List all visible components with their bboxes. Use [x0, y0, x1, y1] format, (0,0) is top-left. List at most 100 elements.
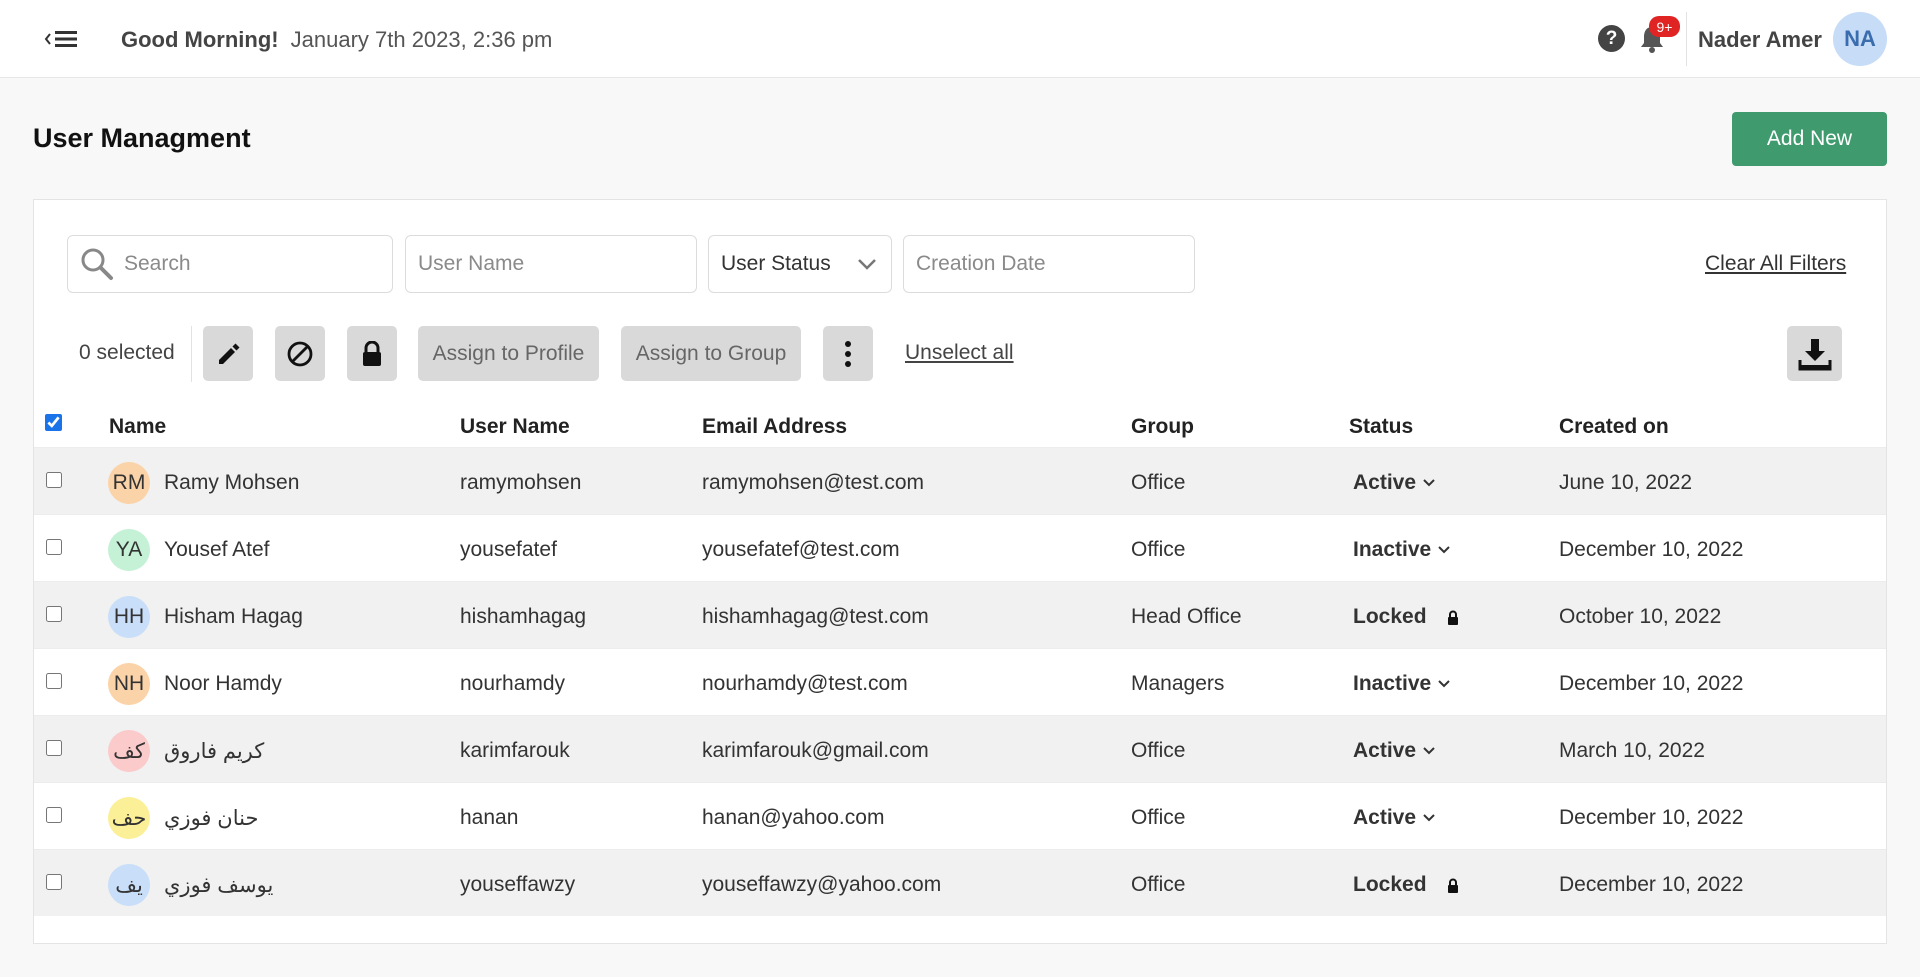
table-row[interactable]: حف حنان فوزي hanan hanan@yahoo.com Offic…	[34, 782, 1886, 849]
user-full-name: Noor Hamdy	[164, 672, 282, 695]
search-icon	[81, 248, 113, 280]
status-label: Active	[1353, 739, 1417, 762]
row-checkbox[interactable]	[46, 539, 62, 555]
status-dropdown[interactable]: Active	[1353, 739, 1436, 763]
chevron-down-icon	[1422, 813, 1436, 823]
user-created-on: December 10, 2022	[1559, 873, 1744, 896]
user-full-name: Hisham Hagag	[164, 605, 303, 628]
avatar: HH	[108, 596, 150, 638]
column-header-email[interactable]: Email Address	[702, 415, 847, 439]
lock-icon	[1447, 610, 1459, 625]
column-header-name[interactable]: Name	[109, 415, 166, 439]
select-all-checkbox[interactable]	[45, 414, 62, 431]
user-full-name: يوسف فوزي	[164, 874, 274, 897]
assign-to-group-button[interactable]: Assign to Group	[621, 326, 801, 381]
avatar: RM	[108, 462, 150, 504]
row-checkbox[interactable]	[46, 807, 62, 823]
table-row[interactable]: كف كريم فاروق karimfarouk karimfarouk@gm…	[34, 715, 1886, 782]
greeting: Good Morning! January 7th 2023, 2:36 pm	[121, 27, 552, 53]
user-created-on: June 10, 2022	[1559, 471, 1693, 494]
row-checkbox[interactable]	[46, 874, 62, 890]
divider	[1686, 12, 1687, 66]
users-card: Search User Name User Status Creation Da…	[33, 199, 1887, 944]
row-checkbox[interactable]	[46, 673, 62, 689]
clear-all-filters-link[interactable]: Clear All Filters	[1705, 252, 1846, 276]
user-avatar[interactable]: NA	[1833, 12, 1887, 66]
user-full-name: Ramy Mohsen	[164, 471, 300, 494]
notification-badge: 9+	[1649, 16, 1680, 37]
user-email: ramymohsen@test.com	[702, 471, 925, 494]
user-group: Office	[1131, 538, 1186, 561]
status-dropdown[interactable]: Active	[1353, 471, 1436, 495]
search-input[interactable]: Search	[67, 235, 393, 293]
selected-count: 0 selected	[79, 341, 175, 364]
user-email: yousefatef@test.com	[702, 538, 900, 561]
add-new-button[interactable]: Add New	[1732, 112, 1887, 166]
user-group: Head Office	[1131, 605, 1242, 628]
user-full-name: حنان فوزي	[164, 807, 259, 830]
user-group: Office	[1131, 739, 1186, 762]
user-group: Office	[1131, 471, 1186, 494]
table-row[interactable]: HH Hisham Hagag hishamhagag hishamhagag@…	[34, 581, 1886, 648]
lock-button[interactable]	[347, 326, 397, 381]
user-created-on: December 10, 2022	[1559, 806, 1744, 829]
download-icon	[1798, 338, 1831, 370]
block-icon	[287, 341, 313, 366]
column-header-status[interactable]: Status	[1349, 415, 1413, 439]
table-row[interactable]: يف يوسف فوزي youseffawzy youseffawzy@yah…	[34, 849, 1886, 916]
chevron-down-icon	[1437, 545, 1451, 555]
chevron-down-icon	[1422, 746, 1436, 756]
status-dropdown[interactable]: Active	[1353, 806, 1436, 830]
lock-icon	[363, 340, 381, 366]
user-status-value: User Status	[721, 252, 831, 275]
collapse-menu-button[interactable]	[40, 22, 84, 56]
status-label: Active	[1353, 471, 1417, 494]
creation-date-placeholder: Creation Date	[916, 252, 1046, 275]
chevron-down-icon	[858, 259, 876, 270]
table-row[interactable]: RM Ramy Mohsen ramymohsen ramymohsen@tes…	[34, 447, 1886, 514]
more-actions-button[interactable]	[823, 326, 873, 381]
chevron-down-icon	[1437, 679, 1451, 689]
user-username: ramymohsen	[460, 471, 582, 494]
divider	[191, 326, 192, 382]
status-label: Inactive	[1353, 672, 1432, 695]
user-status-select[interactable]: User Status	[708, 235, 892, 293]
user-username: hanan	[460, 806, 519, 829]
status-label: Inactive	[1353, 538, 1432, 561]
page-title: User Managment	[33, 123, 251, 153]
status-label: Locked	[1353, 605, 1427, 628]
user-name[interactable]: Nader Amer	[1698, 27, 1822, 53]
help-icon[interactable]: ?	[1598, 25, 1625, 52]
status-locked: Locked	[1353, 605, 1459, 629]
user-email: nourhamdy@test.com	[702, 672, 908, 695]
row-checkbox[interactable]	[46, 740, 62, 756]
avatar: NH	[108, 663, 150, 705]
column-header-created-on[interactable]: Created on	[1559, 415, 1669, 439]
creation-date-input[interactable]: Creation Date	[903, 235, 1195, 293]
avatar: يف	[108, 864, 150, 906]
user-email: hanan@yahoo.com	[702, 806, 885, 829]
edit-button[interactable]	[203, 326, 253, 381]
row-checkbox[interactable]	[46, 606, 62, 622]
row-checkbox[interactable]	[46, 472, 62, 488]
table-row[interactable]: NH Noor Hamdy nourhamdy nourhamdy@test.c…	[34, 648, 1886, 715]
user-created-on: October 10, 2022	[1559, 605, 1722, 628]
user-group: Managers	[1131, 672, 1225, 695]
disable-button[interactable]	[275, 326, 325, 381]
assign-to-profile-button[interactable]: Assign to Profile	[418, 326, 599, 381]
user-username: nourhamdy	[460, 672, 566, 695]
column-header-group[interactable]: Group	[1131, 415, 1194, 439]
username-placeholder: User Name	[418, 252, 525, 275]
table-row[interactable]: YA Yousef Atef yousefatef yousefatef@tes…	[34, 514, 1886, 581]
status-label: Locked	[1353, 873, 1427, 896]
status-dropdown[interactable]: Inactive	[1353, 538, 1451, 562]
user-email: karimfarouk@gmail.com	[702, 739, 929, 762]
table-header: Name User Name Email Address Group Statu…	[34, 403, 1886, 447]
column-header-username[interactable]: User Name	[460, 415, 570, 439]
download-button[interactable]	[1787, 326, 1842, 381]
username-filter-input[interactable]: User Name	[405, 235, 697, 293]
status-dropdown[interactable]: Inactive	[1353, 672, 1451, 696]
chevron-down-icon	[1422, 478, 1436, 488]
user-email: hishamhagag@test.com	[702, 605, 929, 628]
unselect-all-link[interactable]: Unselect all	[905, 341, 1014, 365]
